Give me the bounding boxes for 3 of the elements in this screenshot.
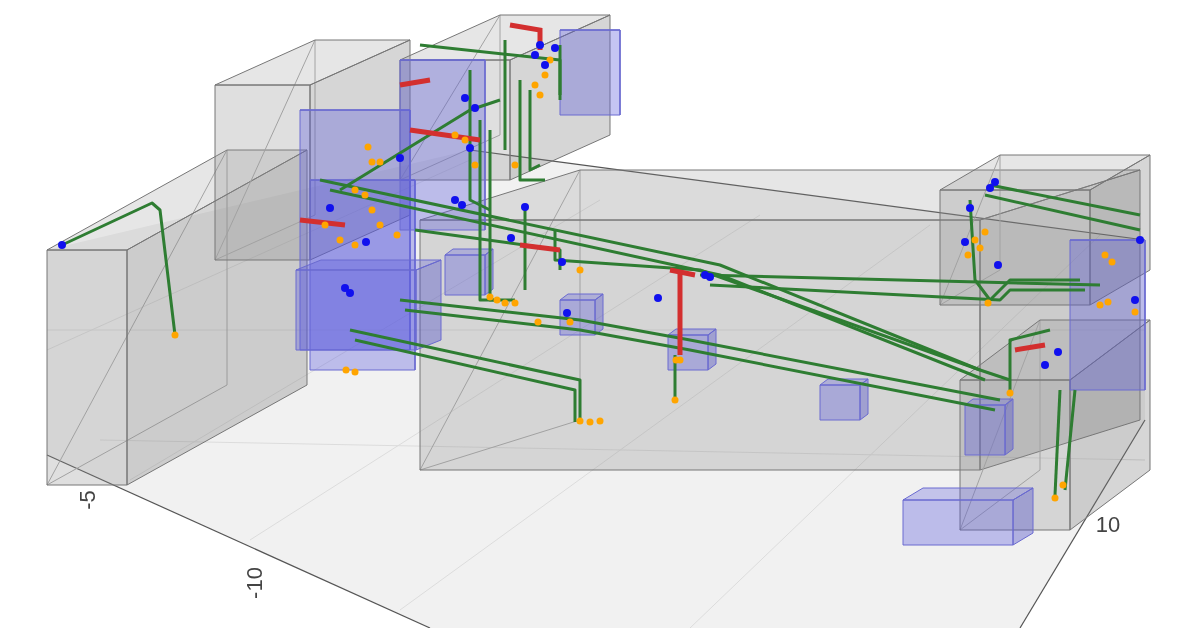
- axis-tick-label: -10: [242, 567, 267, 599]
- axis-tick-label: 10: [1095, 512, 1121, 537]
- axis-tick-label: -5: [75, 490, 100, 510]
